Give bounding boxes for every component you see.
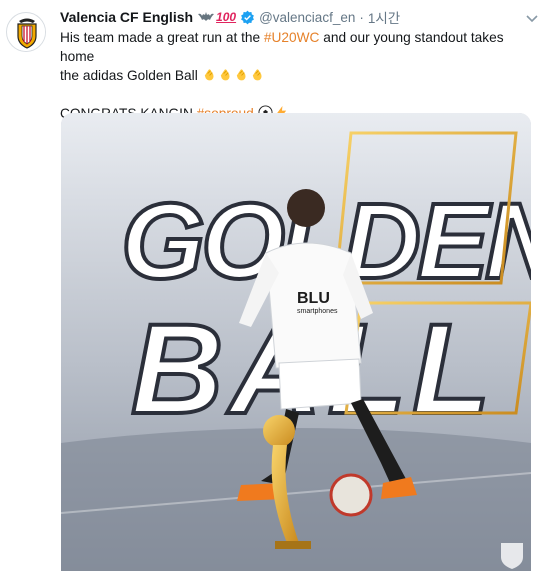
bat-emoji-icon: [198, 10, 215, 25]
tweet-text-segment: the adidas Golden Ball: [60, 68, 198, 83]
chevron-down-icon[interactable]: [524, 10, 540, 26]
shirt-sponsor-sub: smartphones: [297, 308, 338, 315]
valencia-crest-icon: [8, 14, 45, 51]
tweet[interactable]: Valencia CF English 100 @valenciacf_en ·…: [0, 0, 550, 571]
shirt-sponsor: BLU: [297, 290, 330, 307]
user-handle[interactable]: @valenciacf_en: [259, 10, 355, 25]
tweet-text-segment: His team made a great run at the: [60, 30, 264, 45]
tweet-header: Valencia CF English 100 @valenciacf_en ·…: [60, 7, 400, 27]
tweet-text: His team made a great run at the #U20WC …: [60, 28, 540, 123]
clapping-hands-emoji-icon: [202, 67, 217, 82]
verified-badge-icon: [240, 10, 255, 25]
avatar[interactable]: [6, 12, 46, 52]
clapping-hands-emoji-icon: [234, 67, 249, 82]
clapping-hands-emoji-icon: [218, 67, 233, 82]
clapping-hands-emoji-icon: [250, 67, 265, 82]
timestamp[interactable]: 1시간: [368, 7, 400, 27]
separator: ·: [359, 9, 364, 25]
hundred-emoji: 100: [216, 10, 237, 24]
hashtag-link[interactable]: #U20WC: [264, 30, 320, 45]
display-name[interactable]: Valencia CF English: [60, 9, 193, 25]
tweet-media-image[interactable]: GOLDEN BALL BLU smartphones: [61, 113, 531, 571]
golden-ball-graphic: GOLDEN BALL BLU smartphones: [61, 113, 531, 571]
